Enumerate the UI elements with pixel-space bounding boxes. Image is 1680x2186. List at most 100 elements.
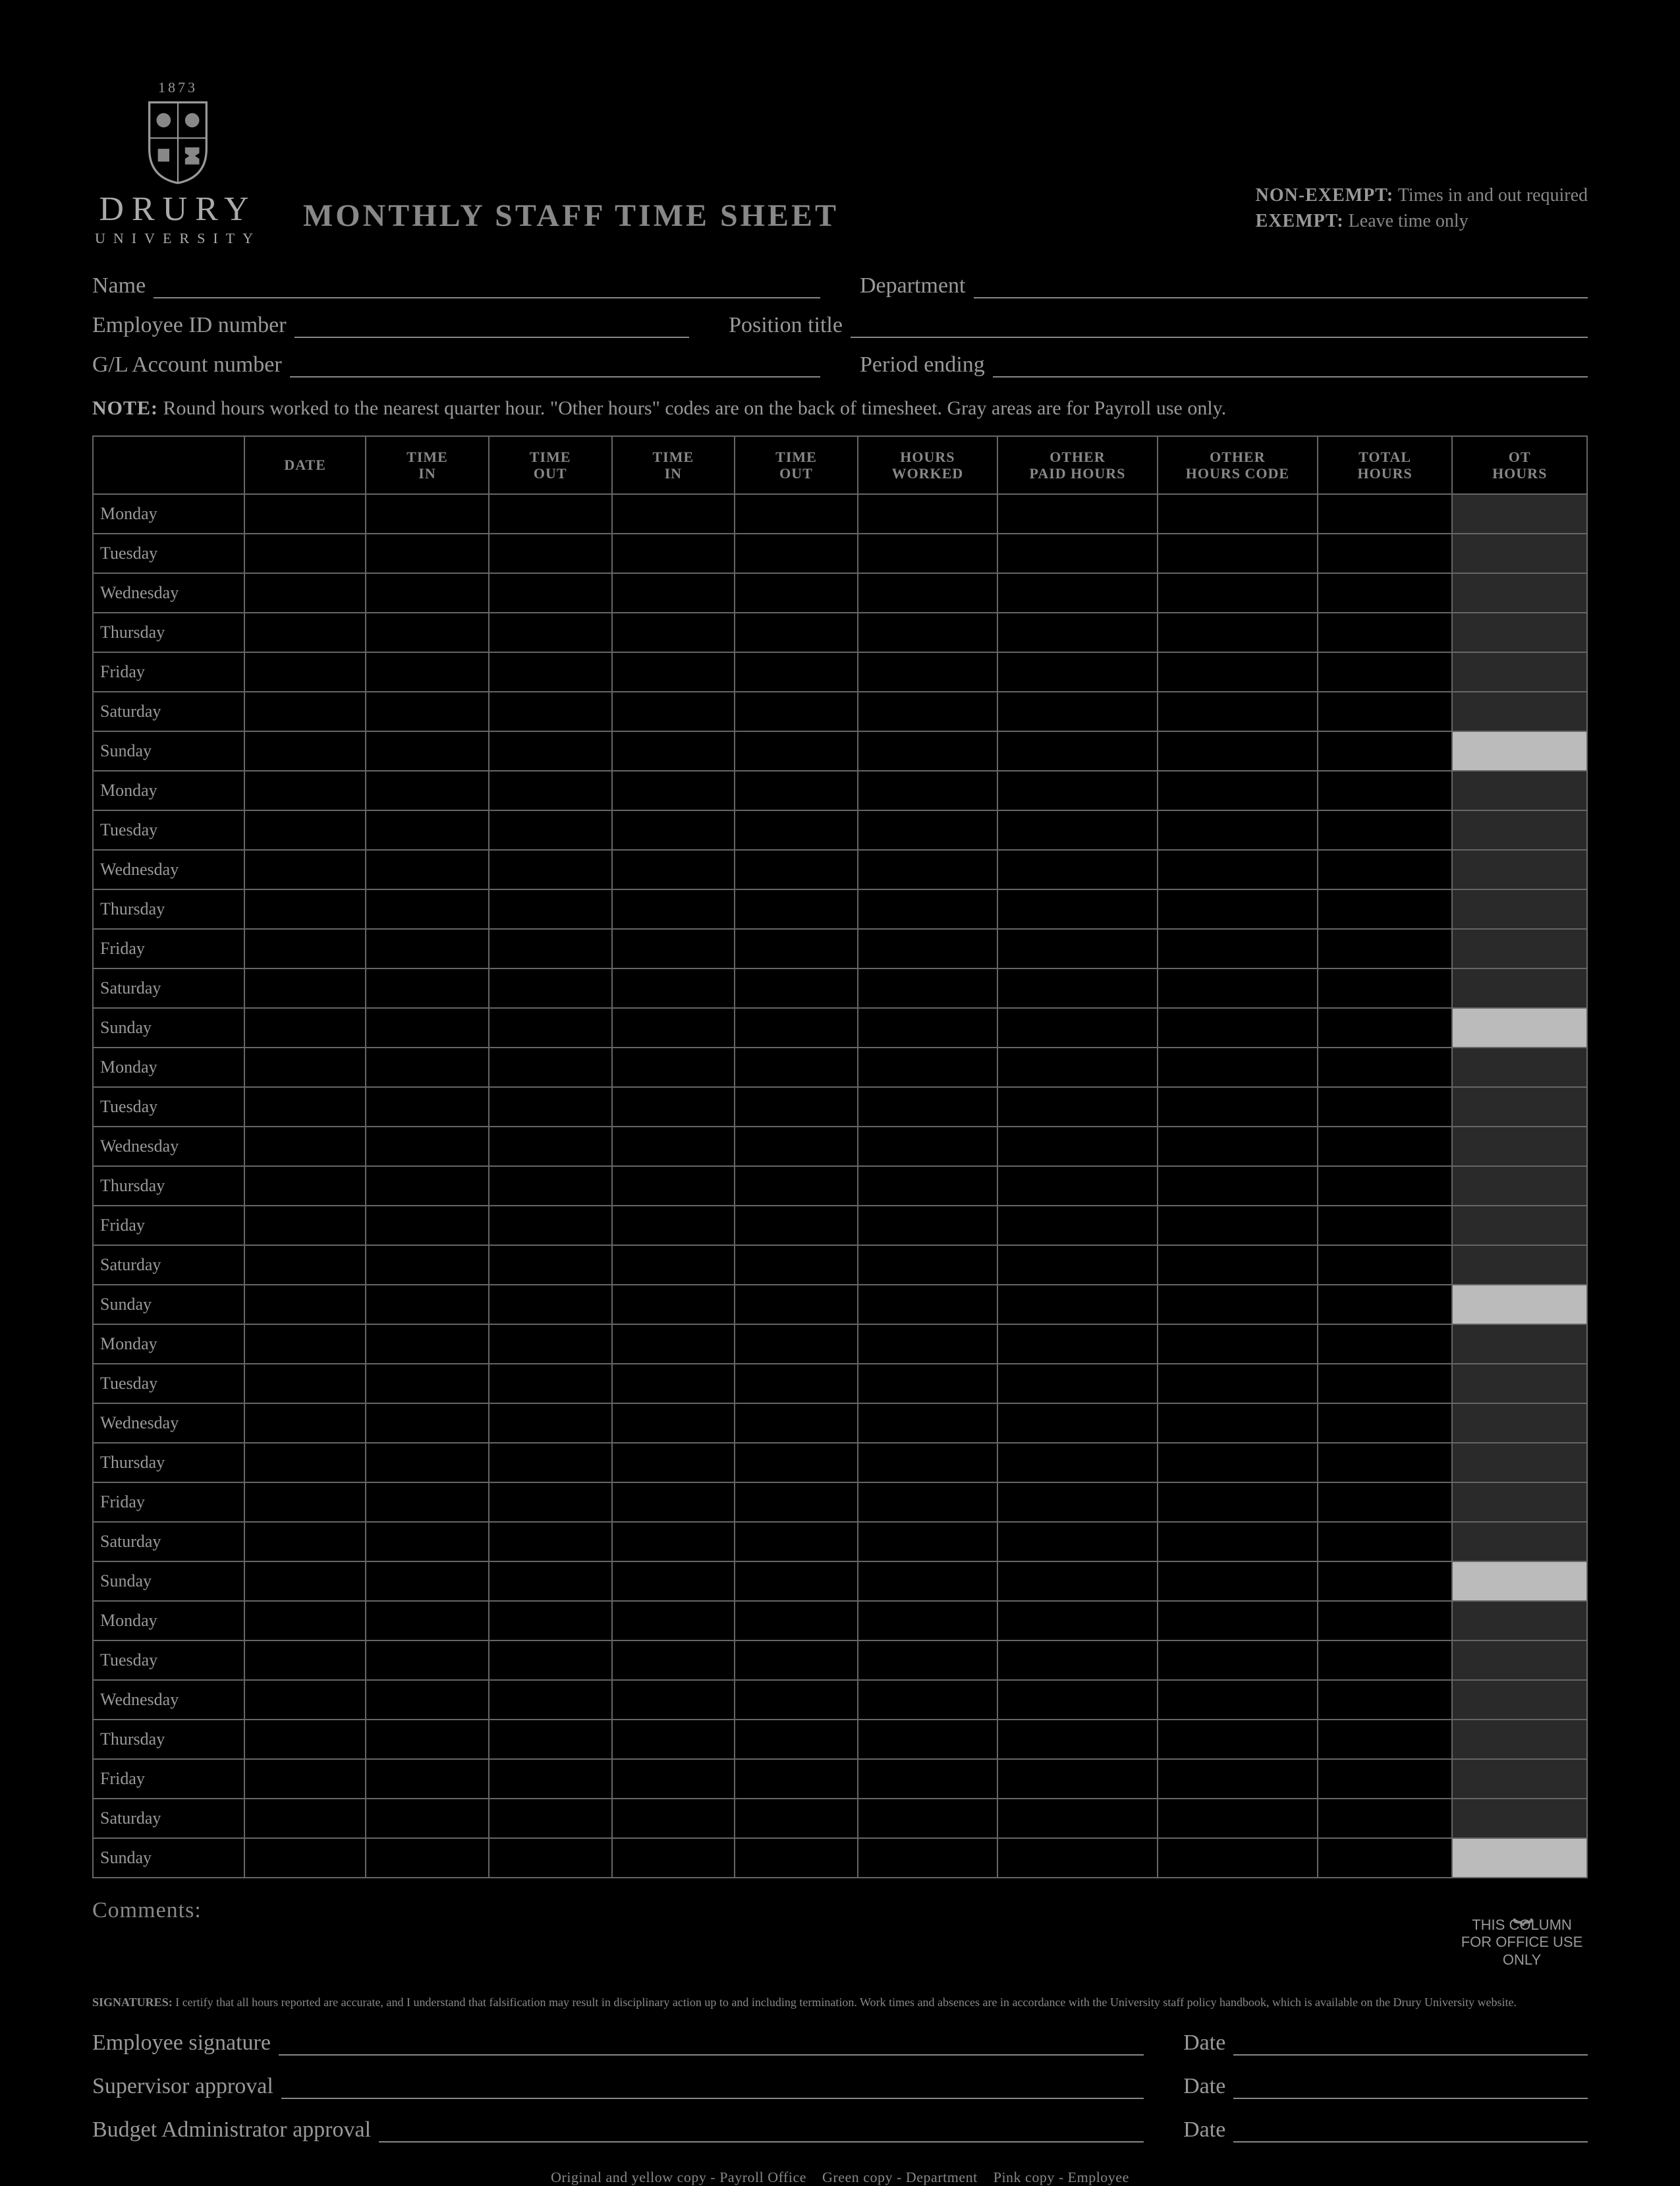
time-cell[interactable] [997, 771, 1158, 810]
time-cell[interactable] [244, 1482, 366, 1522]
time-cell[interactable] [244, 1680, 366, 1720]
time-cell[interactable] [1318, 1087, 1453, 1127]
time-cell[interactable] [1158, 1127, 1318, 1166]
time-cell[interactable] [366, 929, 489, 968]
time-cell[interactable] [366, 1364, 489, 1403]
time-cell[interactable] [858, 850, 997, 889]
time-cell[interactable] [612, 1759, 735, 1799]
supervisor-date-field[interactable]: Date [1183, 2074, 1588, 2099]
period-ending-field[interactable]: Period ending [860, 352, 1588, 378]
time-cell[interactable] [366, 731, 489, 771]
time-cell[interactable] [858, 652, 997, 692]
time-cell[interactable] [1158, 1087, 1318, 1127]
time-cell[interactable] [735, 850, 858, 889]
time-cell[interactable] [735, 1245, 858, 1285]
time-cell[interactable] [366, 1522, 489, 1561]
time-cell[interactable] [612, 1838, 735, 1878]
time-cell[interactable] [997, 652, 1158, 692]
time-cell[interactable] [366, 534, 489, 573]
time-cell[interactable] [612, 1601, 735, 1640]
time-cell[interactable] [997, 968, 1158, 1008]
time-cell[interactable] [735, 1720, 858, 1759]
time-cell[interactable] [244, 573, 366, 613]
time-cell[interactable] [366, 1087, 489, 1127]
time-cell[interactable] [612, 771, 735, 810]
time-cell[interactable] [366, 968, 489, 1008]
time-cell[interactable] [244, 1640, 366, 1680]
time-cell[interactable] [366, 1166, 489, 1206]
time-cell[interactable] [366, 1838, 489, 1878]
time-cell[interactable] [1318, 1838, 1453, 1878]
time-cell[interactable] [858, 1640, 997, 1680]
time-cell[interactable] [858, 1324, 997, 1364]
time-cell[interactable] [858, 1720, 997, 1759]
time-cell[interactable] [1318, 652, 1453, 692]
time-cell[interactable] [735, 810, 858, 850]
time-cell[interactable] [997, 1680, 1158, 1720]
time-cell[interactable] [489, 1522, 612, 1561]
time-cell[interactable] [244, 534, 366, 573]
time-cell[interactable] [489, 1285, 612, 1324]
time-cell[interactable] [366, 1720, 489, 1759]
time-cell[interactable] [1318, 573, 1453, 613]
time-cell[interactable] [858, 692, 997, 731]
time-cell[interactable] [1318, 1285, 1453, 1324]
time-cell[interactable] [858, 731, 997, 771]
employee-id-field[interactable]: Employee ID number [92, 313, 689, 338]
time-cell[interactable] [612, 1561, 735, 1601]
time-cell[interactable] [612, 1364, 735, 1403]
time-cell[interactable] [244, 1008, 366, 1048]
time-cell[interactable] [366, 1482, 489, 1522]
time-cell[interactable] [858, 494, 997, 534]
time-cell[interactable] [489, 1759, 612, 1799]
time-cell[interactable] [1158, 494, 1318, 534]
time-cell[interactable] [997, 1206, 1158, 1245]
time-cell[interactable] [612, 1640, 735, 1680]
time-cell[interactable] [735, 968, 858, 1008]
time-cell[interactable] [858, 1166, 997, 1206]
time-cell[interactable] [244, 1601, 366, 1640]
time-cell[interactable] [1158, 1166, 1318, 1206]
time-cell[interactable] [1158, 1206, 1318, 1245]
time-cell[interactable] [997, 692, 1158, 731]
time-cell[interactable] [735, 613, 858, 652]
time-cell[interactable] [735, 771, 858, 810]
time-cell[interactable] [244, 1522, 366, 1561]
time-cell[interactable] [1158, 968, 1318, 1008]
time-cell[interactable] [997, 1127, 1158, 1166]
time-cell[interactable] [1318, 1522, 1453, 1561]
time-cell[interactable] [366, 1008, 489, 1048]
time-cell[interactable] [1158, 850, 1318, 889]
time-cell[interactable] [1158, 534, 1318, 573]
time-cell[interactable] [858, 534, 997, 573]
time-cell[interactable] [244, 929, 366, 968]
time-cell[interactable] [997, 534, 1158, 573]
time-cell[interactable] [858, 1285, 997, 1324]
time-cell[interactable] [1318, 1799, 1453, 1838]
time-cell[interactable] [1318, 1601, 1453, 1640]
time-cell[interactable] [612, 1403, 735, 1443]
time-cell[interactable] [489, 810, 612, 850]
time-cell[interactable] [735, 1838, 858, 1878]
time-cell[interactable] [1318, 1759, 1453, 1799]
time-cell[interactable] [1318, 1048, 1453, 1087]
time-cell[interactable] [489, 1008, 612, 1048]
time-cell[interactable] [244, 1799, 366, 1838]
time-cell[interactable] [1318, 731, 1453, 771]
time-cell[interactable] [1158, 1403, 1318, 1443]
time-cell[interactable] [735, 929, 858, 968]
time-cell[interactable] [366, 1285, 489, 1324]
time-cell[interactable] [1318, 1206, 1453, 1245]
time-cell[interactable] [735, 1206, 858, 1245]
time-cell[interactable] [244, 494, 366, 534]
time-cell[interactable] [489, 573, 612, 613]
time-cell[interactable] [858, 1008, 997, 1048]
time-cell[interactable] [489, 1324, 612, 1364]
time-cell[interactable] [244, 1759, 366, 1799]
time-cell[interactable] [1318, 1443, 1453, 1482]
time-cell[interactable] [612, 534, 735, 573]
time-cell[interactable] [1158, 692, 1318, 731]
time-cell[interactable] [735, 1403, 858, 1443]
time-cell[interactable] [244, 1838, 366, 1878]
time-cell[interactable] [489, 1482, 612, 1522]
